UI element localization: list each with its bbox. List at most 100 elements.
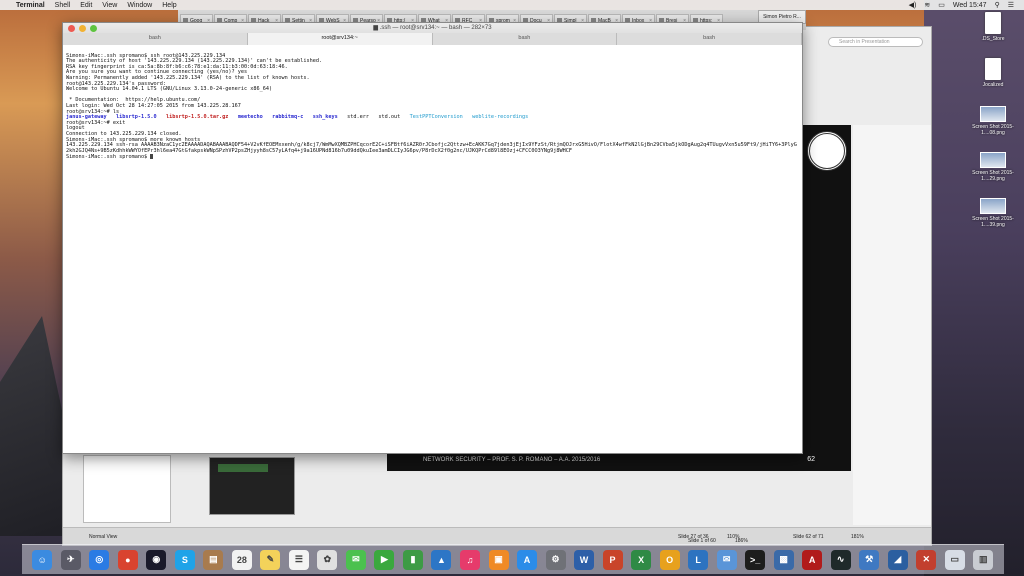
ls-entry: libsrtp-1.5.0.tar.gz [165,114,238,121]
menu-item-shell[interactable]: Shell [55,2,71,9]
battery-icon[interactable]: ▭ [938,1,945,9]
ibooks-icon[interactable]: ▣ [488,549,509,570]
terminal-tab[interactable]: bash [63,33,248,45]
menu-item-window[interactable]: Window [127,2,152,9]
terminal-tab-bar: bash root@srv134:~ bash bash [63,33,802,45]
reminders-icon[interactable]: ☰ [288,549,309,570]
crossover-icon[interactable]: ✕ [916,549,937,570]
desktop-file-label: Screen Shot 2015-1....08.png [972,124,1014,136]
ls-entry: rabbitmq-c [272,114,313,121]
ls-entry: meetecho [237,114,273,121]
acrobat-icon[interactable]: A [802,549,823,570]
numbers-icon[interactable]: ▮ [402,549,423,570]
trash-icon[interactable]: ▥ [973,549,994,570]
desktop-file-label: Screen Shot 2015-1....29.png [972,170,1014,182]
terminal-titlebar[interactable]: ▆ .ssh — root@srv134:~ — bash — 282×73 b… [63,23,802,45]
status-slide: Slide 62 of 71 [793,534,824,540]
prompt-text: Simons-iMac:.ssh spromano$ [66,154,151,161]
terminal-prompt: Simons-iMac:.ssh spromano$ [66,154,799,161]
contacts-icon[interactable]: ▤ [203,549,224,570]
terminal-icon[interactable]: >_ [745,549,766,570]
terminal-title-prefix: .ssh [379,25,391,31]
vinyl-icon[interactable]: ◉ [146,549,167,570]
ls-entry: std.err [347,114,379,121]
screenshot-icon [980,106,1006,122]
mail-icon[interactable]: ✉ [716,549,737,570]
view-label: Normal View [89,534,118,540]
safari-icon[interactable]: ◎ [89,549,110,570]
university-seal-icon [807,131,847,171]
cursor [150,154,154,160]
menu-bar: Terminal Shell Edit View Window Help ◀) … [0,0,1024,10]
terminal-output[interactable]: Simons-iMac:.ssh spromano$ ssh root@143.… [63,45,802,453]
presentation-side-pane [853,125,931,525]
desktop-file[interactable]: Screen Shot 2015-1....39.png [970,198,1016,228]
slide-number: 62 [807,456,815,463]
messages-icon[interactable]: ✉ [345,549,366,570]
xcode-icon[interactable]: ⚒ [859,549,880,570]
terminal-lines: Simons-iMac:.ssh spromano$ ssh root@143.… [66,53,799,116]
chrome-icon[interactable]: ● [117,549,138,570]
ls-entry: ssh_keys [312,114,348,121]
calendar-icon[interactable]: 28 [231,549,252,570]
notes-icon[interactable]: ✎ [260,549,281,570]
desktop-file-label: Jocalized [982,82,1004,88]
presentation-search-input[interactable]: Search in Presentation [828,37,923,47]
documents-folder-icon[interactable]: ▭ [944,549,965,570]
system-prefs-icon[interactable]: ⚙ [545,549,566,570]
menu-item-help[interactable]: Help [162,2,176,9]
keynote-icon[interactable]: ▲ [431,549,452,570]
thumbnail-bar [218,464,268,472]
excel-icon[interactable]: X [631,549,652,570]
photos-icon[interactable]: ✿ [317,549,338,570]
menu-item-view[interactable]: View [102,2,117,9]
desktop-file-label: .DS_Store [981,36,1005,42]
app-menu[interactable]: Terminal [16,2,45,9]
terminal-title: ▆ .ssh — root@srv134:~ — bash — 282×73 [373,25,492,31]
terminal-window[interactable]: ▆ .ssh — root@srv134:~ — bash — 282×73 b… [62,22,803,454]
notification-center-icon[interactable]: ☰ [1008,1,1014,9]
lync-icon[interactable]: L [688,549,709,570]
clock[interactable]: Wed 15:47 [953,2,987,9]
terminal-title-text: root@srv134:~ — bash — 282×73 [400,25,492,31]
terminal-tab-active[interactable]: root@srv134:~ [247,33,433,45]
itunes-icon[interactable]: ♫ [459,549,480,570]
slide-footer: NETWORK SECURITY – PROF. S. P. ROMANO – … [423,457,601,463]
terminal-tab[interactable]: bash [617,33,802,45]
virtualbox-icon[interactable]: ▩ [773,549,794,570]
appstore-icon[interactable]: A [517,549,538,570]
wifi-icon[interactable]: ≋ [924,1,930,9]
slide-thumbnail-diagram[interactable] [83,455,171,523]
terminal-tab[interactable]: bash [432,33,618,45]
finder-icon[interactable]: ☺ [32,549,53,570]
slide-thumbnail-dark[interactable] [209,457,295,515]
desktop-file[interactable]: Jocalized [970,58,1016,88]
volume-icon[interactable]: ◀) [909,1,917,9]
spotlight-icon[interactable]: ⚲ [995,1,1000,9]
launchpad-icon[interactable]: ✈ [60,549,81,570]
powerpoint-icon[interactable]: P [602,549,623,570]
ls-entry: std.out [378,114,410,121]
skype-icon[interactable]: S [174,549,195,570]
terminal-lines: root@srv134:~# exit logout Connection to 1… [66,120,799,143]
outlook-icon[interactable]: O [659,549,680,570]
menu-item-edit[interactable]: Edit [80,2,92,9]
folder-icon: ▆ [373,25,379,31]
desktop-file[interactable]: .DS_Store [970,12,1016,42]
word-icon[interactable]: W [574,549,595,570]
zoom-right[interactable]: 181% [851,534,864,540]
dock: ☺ ✈ ◎ ● ◉ S ▤ 28 ✎ ☰ ✿ ✉ ▶ ▮ ▲ ♫ ▣ A ⚙ W P X O L ✉ >_ ▩ A ∿ ⚒ ◢ ✕ ▭ ▥ [22,544,1004,574]
wallpaper-mountain [0,316,70,536]
ls-entry: TestPPTConversion [409,114,473,121]
facetime-icon[interactable]: ▶ [374,549,395,570]
document-icon [985,58,1001,80]
activity-monitor-icon[interactable]: ∿ [830,549,851,570]
desktop-file-label: Screen Shot 2015-1....39.png [972,216,1014,228]
known-host-key: 143.225.229.134 ssh-rsa AAAAB3NzaC1yc2EA… [66,142,797,154]
wireshark-icon[interactable]: ◢ [887,549,908,570]
desktop-file[interactable]: Screen Shot 2015-1....29.png [970,152,1016,182]
desktop-file[interactable]: Screen Shot 2015-1....08.png [970,106,1016,136]
ls-entry: weblite-recordings [472,114,529,121]
presentation-status-bar: Normal View Slide 27 of 36 Slide 1 of 60… [63,527,931,545]
screenshot-icon [980,198,1006,214]
